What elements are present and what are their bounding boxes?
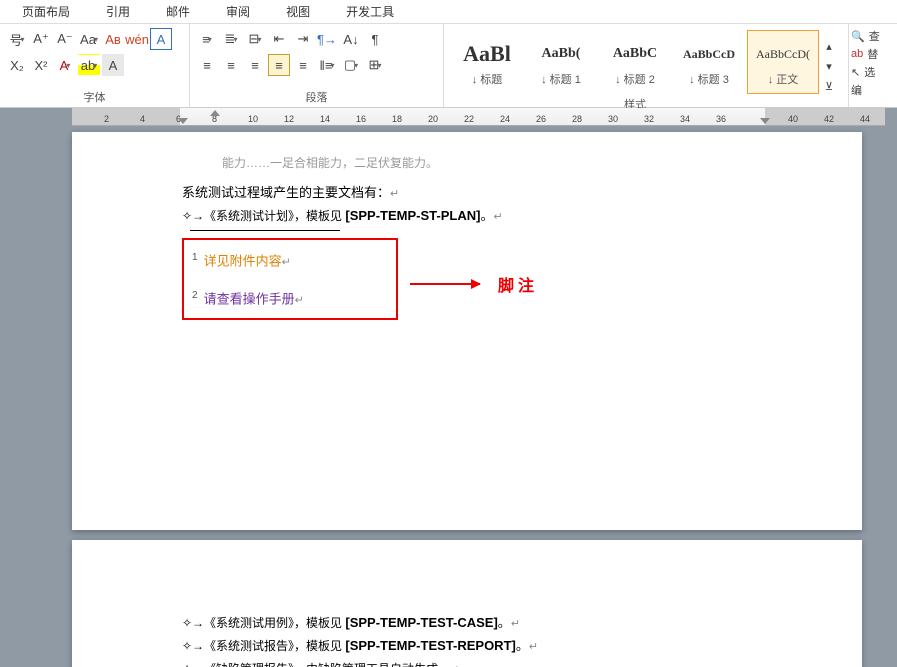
page-1: 能力……一足合相能力，二足伏复能力。 系统测试过程域产生的主要文档有：↵ ✧→《… — [72, 132, 862, 530]
align-left-icon[interactable]: ≡ — [196, 54, 218, 76]
bullets-icon[interactable]: ≡▾ — [196, 28, 218, 50]
page-2: ✧→《系统测试用例》，模板见 [SPP-TEMP-TEST-CASE]。↵ ✧→… — [72, 540, 862, 667]
edit-label: 编 — [851, 82, 895, 98]
footnote-1[interactable]: 1详见附件内容↵ — [192, 246, 388, 274]
style-body[interactable]: AaBbCcD(↓ 正文 — [747, 30, 819, 94]
style-h2[interactable]: AaBbC↓ 标题 2 — [599, 30, 671, 94]
font-group-label: 字体 — [6, 87, 183, 105]
char-shading-icon[interactable]: A — [102, 54, 124, 76]
menu-view[interactable]: 视图 — [268, 3, 328, 20]
decrease-font-icon[interactable]: A⁻ — [54, 28, 76, 50]
inc-indent-icon[interactable]: ⇥ — [292, 28, 314, 50]
menu-cite[interactable]: 引用 — [88, 3, 148, 20]
first-line-indent-icon[interactable] — [210, 110, 220, 116]
superscript-icon[interactable]: X² — [30, 54, 52, 76]
font-color-icon[interactable]: A▾ — [54, 54, 76, 76]
char-border-icon[interactable]: A — [150, 28, 172, 50]
subscript-icon[interactable]: X₂ — [6, 54, 28, 76]
shading-icon[interactable]: ▢▾ — [340, 54, 362, 76]
borders-icon[interactable]: ⊞▾ — [364, 54, 386, 76]
page2-content[interactable]: ✧→《系统测试用例》，模板见 [SPP-TEMP-TEST-CASE]。↵ ✧→… — [182, 612, 802, 667]
align-right-icon[interactable]: ≡ — [244, 54, 266, 76]
right-indent-icon[interactable] — [760, 118, 770, 124]
ltr-icon[interactable]: ¶→ — [316, 28, 338, 50]
cursor-icon: ↖ — [851, 66, 860, 79]
menu-bar: 页面布局 引用 邮件 审阅 视图 开发工具 — [0, 0, 897, 24]
clear-format-icon[interactable]: Aʙ — [102, 28, 124, 50]
menu-dev[interactable]: 开发工具 — [328, 3, 412, 20]
binoculars-icon: 🔍 — [851, 30, 865, 43]
format-dropdown[interactable]: 号▾ — [6, 28, 28, 50]
style-title[interactable]: AaBl↓ 标题 — [451, 30, 523, 94]
ribbon: 号▾ A⁺ A⁻ Aa▾ Aʙ wén A X₂ X² A▾ ab▾ A 字体 … — [0, 24, 897, 108]
select-button[interactable]: ↖选 — [851, 64, 895, 80]
dec-indent-icon[interactable]: ⇤ — [268, 28, 290, 50]
increase-font-icon[interactable]: A⁺ — [30, 28, 52, 50]
change-case-icon[interactable]: Aa▾ — [78, 28, 100, 50]
editing-group: 🔍查 ab替 ↖选 编 — [849, 24, 897, 107]
page1-content[interactable]: 能力……一足合相能力，二足伏复能力。 系统测试过程域产生的主要文档有：↵ ✧→《… — [182, 152, 802, 228]
footnote-separator — [190, 230, 340, 231]
multilevel-icon[interactable]: ⊟▾ — [244, 28, 266, 50]
numbering-icon[interactable]: ≣▾ — [220, 28, 242, 50]
styles-up-icon[interactable]: ▴ — [820, 38, 838, 56]
style-h1[interactable]: AaBb(↓ 标题 1 — [525, 30, 597, 94]
align-center-icon[interactable]: ≡ — [220, 54, 242, 76]
hanging-indent-icon[interactable] — [178, 118, 188, 124]
menu-mail[interactable]: 邮件 — [148, 3, 208, 20]
para-group-label: 段落 — [196, 87, 437, 105]
menu-review[interactable]: 审阅 — [208, 3, 268, 20]
highlight-icon[interactable]: ab▾ — [78, 54, 100, 76]
style-h3[interactable]: AaBbCcD↓ 标题 3 — [673, 30, 745, 94]
arrow-icon — [410, 283, 480, 285]
document-area: 24681012141618202224262830323436404244 能… — [0, 108, 897, 667]
align-dist-icon[interactable]: ≡ — [292, 54, 314, 76]
horizontal-ruler[interactable]: 24681012141618202224262830323436404244 — [72, 108, 885, 126]
footnote-2[interactable]: 2请查看操作手册↵ — [192, 284, 388, 312]
footnote-callout: 脚 注 — [410, 272, 534, 296]
line-spacing-icon[interactable]: ‖≡▾ — [316, 54, 338, 76]
footnote-annotation-box: 1详见附件内容↵ 2请查看操作手册↵ — [182, 238, 398, 320]
pinyin-guide-icon[interactable]: wén — [126, 28, 148, 50]
sort-icon[interactable]: A↓ — [340, 28, 362, 50]
find-button[interactable]: 🔍查 — [851, 28, 895, 44]
replace-button[interactable]: ab替 — [851, 46, 895, 62]
styles-more-icon[interactable]: ⊻ — [820, 78, 838, 96]
menu-layout[interactable]: 页面布局 — [4, 3, 88, 20]
styles-down-icon[interactable]: ▾ — [820, 58, 838, 76]
align-justify-icon[interactable]: ≡ — [268, 54, 290, 76]
replace-icon: ab — [851, 48, 863, 60]
toggle-marks-icon[interactable]: ¶ — [364, 28, 386, 50]
